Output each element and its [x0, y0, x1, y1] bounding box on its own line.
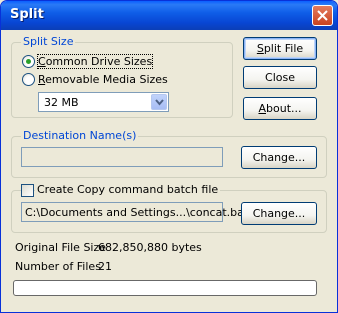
- size-select-dropdown-button[interactable]: [151, 94, 167, 110]
- batch-change-button[interactable]: Change...: [241, 202, 317, 225]
- progress-bar: [13, 280, 317, 296]
- size-select-value: 32 MB: [44, 96, 79, 109]
- split-file-button-label: Split File: [256, 42, 304, 55]
- create-batch-checkbox[interactable]: [21, 184, 34, 197]
- number-of-files-value: 21: [98, 260, 112, 273]
- destination-change-button-label: Change...: [252, 151, 306, 164]
- removable-media-sizes-radio[interactable]: [22, 73, 35, 86]
- title-bar[interactable]: Split: [1, 1, 337, 30]
- create-batch-label[interactable]: Create Copy command batch file: [35, 183, 221, 196]
- size-select[interactable]: 32 MB: [38, 92, 169, 112]
- split-dialog: Split Split Size Common Drive Sizes Remo…: [0, 0, 338, 313]
- removable-media-sizes-label[interactable]: Removable Media Sizes: [38, 73, 168, 86]
- split-file-button[interactable]: Split File: [243, 37, 317, 60]
- batch-path-field[interactable]: C:\Documents and Settings...\concat.bat: [21, 202, 248, 222]
- close-button-label: Close: [265, 71, 295, 84]
- number-of-files-label: Number of Files: [15, 260, 101, 273]
- batch-path-value: C:\Documents and Settings...\concat.bat: [25, 206, 249, 219]
- destination-change-button[interactable]: Change...: [241, 146, 317, 169]
- destination-field[interactable]: [21, 147, 223, 167]
- original-file-size-label: Original File Size: [15, 241, 107, 254]
- close-window-button[interactable]: [312, 5, 333, 26]
- common-drive-sizes-radio[interactable]: [22, 55, 35, 68]
- destination-legend: Destination Name(s): [21, 129, 139, 142]
- about-button-label: About...: [258, 102, 302, 115]
- close-icon: [317, 10, 328, 21]
- common-drive-sizes-label[interactable]: Common Drive Sizes: [36, 54, 154, 69]
- close-button[interactable]: Close: [243, 66, 317, 89]
- about-button[interactable]: About...: [243, 97, 317, 120]
- chevron-down-icon: [155, 99, 164, 106]
- split-size-legend: Split Size: [21, 35, 76, 48]
- window-title: Split: [10, 7, 44, 22]
- original-file-size-value: 682,850,880 bytes: [98, 241, 202, 254]
- radio-selected-dot: [26, 59, 31, 64]
- batch-change-button-label: Change...: [252, 207, 306, 220]
